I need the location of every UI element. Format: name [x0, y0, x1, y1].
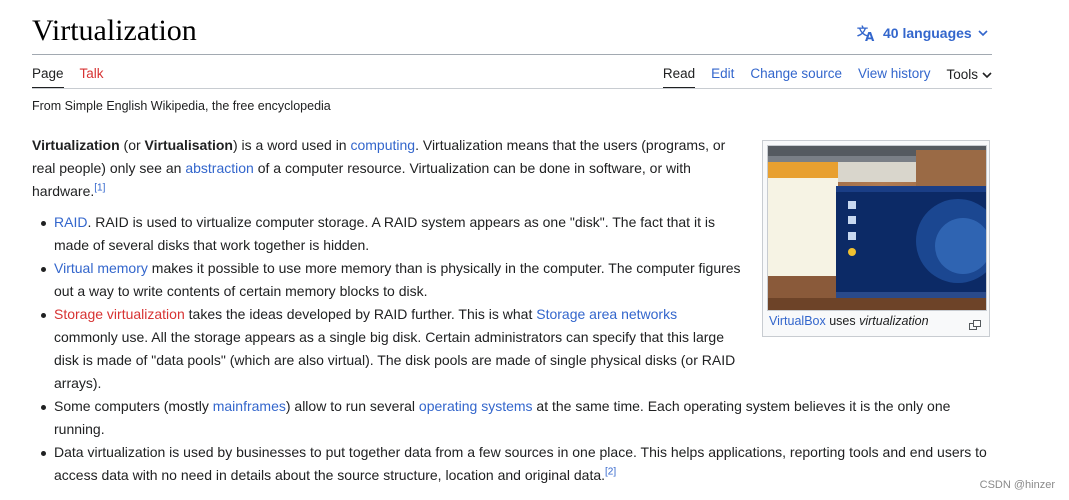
tools-label: Tools: [946, 67, 978, 82]
tabs-divider: [32, 88, 992, 89]
tab-tools[interactable]: Tools: [946, 66, 992, 89]
intro-paragraph: Virtualization (or Virtualisation) is a …: [32, 137, 726, 199]
title-divider: [32, 54, 992, 55]
chevron-down-icon: [978, 29, 988, 37]
page-title: Virtualization: [32, 14, 197, 47]
tab-read[interactable]: Read: [662, 66, 696, 89]
tab-talk[interactable]: Talk: [80, 66, 104, 89]
reference-2[interactable]: [2]: [605, 466, 616, 477]
languages-label: 40 languages: [883, 25, 972, 41]
list-item: Virtual memory makes it possible to use …: [32, 257, 744, 303]
figure-caption: VirtualBox uses virtualization: [769, 314, 929, 328]
thumbnail-figure: VirtualBox uses virtualization: [762, 140, 990, 337]
tab-view-history[interactable]: View history: [858, 66, 931, 89]
link-operating-systems[interactable]: operating systems: [419, 398, 533, 414]
link-virtualbox[interactable]: VirtualBox: [769, 314, 826, 328]
tab-page[interactable]: Page: [32, 66, 64, 89]
enlarge-icon[interactable]: [969, 317, 981, 335]
link-mainframes[interactable]: mainframes: [213, 398, 286, 414]
list-item: Storage virtualization takes the ideas d…: [32, 303, 744, 395]
translate-icon: 文 A: [857, 24, 877, 42]
watermark-text: CSDN @hinzer: [979, 479, 1055, 491]
link-raid[interactable]: RAID: [54, 214, 87, 230]
link-storage-area-networks[interactable]: Storage area networks: [536, 306, 677, 322]
languages-button[interactable]: 文 A 40 languages: [857, 24, 988, 42]
view-tabs: Read Edit Change source View history Too…: [662, 66, 992, 89]
list-item: Some computers (mostly mainframes) allow…: [32, 395, 990, 441]
link-abstraction[interactable]: abstraction: [185, 160, 253, 176]
bold-term: Virtualisation: [144, 137, 233, 153]
bold-term: Virtualization: [32, 137, 120, 153]
link-computing[interactable]: computing: [350, 137, 415, 153]
site-tagline: From Simple English Wikipedia, the free …: [32, 99, 331, 113]
chevron-down-icon: [982, 67, 992, 82]
list-item: Data virtualization is used by businesse…: [32, 441, 990, 487]
virtualbox-screenshot-image[interactable]: [767, 145, 987, 311]
tab-change-source[interactable]: Change source: [750, 66, 842, 89]
reference-1[interactable]: [1]: [94, 182, 105, 193]
tab-edit[interactable]: Edit: [711, 66, 734, 89]
svg-text:A: A: [865, 30, 875, 42]
link-virtual-memory[interactable]: Virtual memory: [54, 260, 148, 276]
list-item: RAID. RAID is used to virtualize compute…: [32, 211, 744, 257]
namespace-tabs: Page Talk: [32, 66, 104, 89]
link-storage-virtualization[interactable]: Storage virtualization: [54, 306, 185, 322]
